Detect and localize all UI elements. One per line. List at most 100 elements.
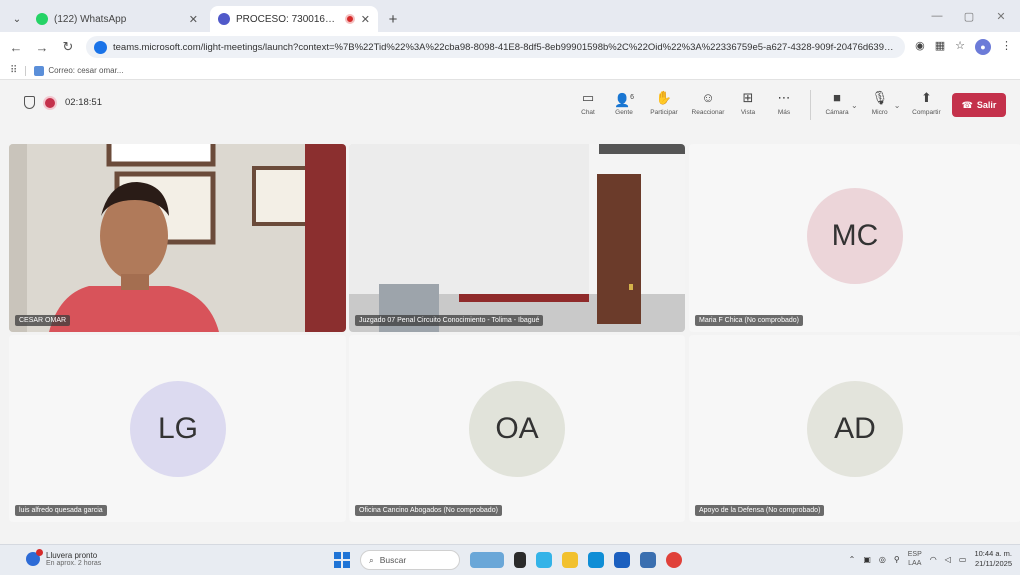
app-tray-icon[interactable]: ▣ bbox=[863, 555, 871, 564]
participant-tile[interactable]: LG luis alfredo quesada garcia bbox=[9, 335, 346, 522]
recording-indicator-icon bbox=[344, 14, 355, 24]
participant-name: Oficina Cancino Abogados (No comprobado) bbox=[355, 505, 502, 516]
extension-icon[interactable]: ◉ bbox=[915, 39, 925, 55]
participant-name: Juzgado 07 Penal Circuito Conocimiento -… bbox=[355, 315, 544, 326]
recording-icon bbox=[45, 97, 55, 108]
apps-grid-icon[interactable]: ⠿ bbox=[10, 65, 17, 76]
mail-icon bbox=[34, 65, 45, 76]
tab-title: PROCESO: 73001600743822 bbox=[236, 13, 339, 25]
chrome-icon[interactable] bbox=[666, 552, 682, 568]
participant-tile[interactable]: Juzgado 07 Penal Circuito Conocimiento -… bbox=[349, 144, 685, 332]
share-button[interactable]: ⬆ Compartir bbox=[906, 90, 946, 120]
raise-hand-icon: ✋ bbox=[655, 90, 673, 105]
back-icon[interactable]: ← bbox=[8, 40, 24, 55]
clock[interactable]: 10:44 a. m. 21/11/2025 bbox=[974, 549, 1012, 569]
divider bbox=[25, 65, 27, 76]
address-bar: ← → ↻ teams.microsoft.com/light-meetings… bbox=[0, 32, 1020, 62]
close-icon[interactable]: ✕ bbox=[361, 13, 370, 26]
weather-icon bbox=[26, 549, 43, 566]
participant-video bbox=[349, 144, 685, 332]
weather-widget[interactable]: Lluvera pronto En aprox. 2 horas bbox=[26, 549, 101, 567]
copilot-icon[interactable] bbox=[536, 552, 552, 568]
people-count-badge: 6 bbox=[630, 94, 635, 101]
participant-tile[interactable]: OA Oficina Cancino Abogados (No comproba… bbox=[349, 335, 685, 522]
new-tab-button[interactable]: + bbox=[382, 6, 404, 32]
taskbar-apps: ⌕ Buscar bbox=[334, 550, 682, 570]
raise-hand-button[interactable]: ✋ Participar bbox=[644, 90, 684, 120]
video-grid: CESAR OMAR Juzgado 07 Penal Circuito Con… bbox=[9, 144, 1020, 525]
phone-hangup-icon: ☎ bbox=[961, 99, 973, 110]
participant-name: luis alfredo quesada garcia bbox=[15, 505, 107, 516]
share-icon: ⬆ bbox=[920, 90, 932, 105]
usb-icon[interactable]: ⚲ bbox=[894, 555, 900, 564]
wifi-icon[interactable]: ◠ bbox=[930, 555, 937, 564]
participant-name: Maria F Chica (No comprobado) bbox=[695, 315, 803, 326]
site-info-icon[interactable] bbox=[94, 40, 107, 54]
camera-options-chevron-icon[interactable]: ⌄ bbox=[851, 101, 858, 110]
meeting-toolbar: 02:18:51 ▭ Chat 👤6 Gente ✋ Participar ☺ … bbox=[0, 81, 1020, 128]
app-icon[interactable] bbox=[640, 552, 656, 568]
participant-tile[interactable]: AD Apoyo de la Defensa (No comprobado) bbox=[689, 335, 1020, 522]
task-view-icon[interactable] bbox=[514, 552, 526, 568]
teams-icon bbox=[218, 13, 230, 25]
participant-video bbox=[9, 144, 346, 332]
avatar: LG bbox=[130, 381, 226, 477]
url-input[interactable]: teams.microsoft.com/light-meetings/launc… bbox=[86, 36, 906, 58]
close-window-icon[interactable]: ✕ bbox=[986, 6, 1016, 26]
people-button[interactable]: 👤6 Gente bbox=[608, 90, 640, 120]
tab-whatsapp[interactable]: (122) WhatsApp ✕ bbox=[28, 6, 206, 32]
avatar: OA bbox=[469, 381, 565, 477]
chat-button[interactable]: ▭ Chat bbox=[572, 90, 604, 120]
tab-teams-meeting[interactable]: PROCESO: 73001600743822 ✕ bbox=[210, 6, 378, 32]
mic-options-chevron-icon[interactable]: ⌄ bbox=[894, 101, 901, 110]
bookmarks-bar: ⠿ Correo: cesar omar... bbox=[0, 62, 1020, 80]
battery-icon[interactable]: ▭ bbox=[959, 555, 967, 564]
participant-tile[interactable]: CESAR OMAR bbox=[9, 144, 346, 332]
avatar: AD bbox=[807, 381, 903, 477]
widgets-icon[interactable] bbox=[470, 552, 504, 568]
store-icon[interactable] bbox=[614, 552, 630, 568]
camera-button[interactable]: ■ Cámara bbox=[821, 90, 853, 120]
tab-title: (122) WhatsApp bbox=[54, 13, 127, 25]
translate-icon[interactable]: ▦ bbox=[935, 39, 945, 55]
more-button[interactable]: ⋯ Más bbox=[768, 90, 800, 120]
meeting-status: 02:18:51 bbox=[24, 96, 102, 109]
mic-button[interactable]: 🎙 Micro bbox=[864, 90, 896, 120]
url-text: teams.microsoft.com/light-meetings/launc… bbox=[113, 41, 897, 53]
chat-icon: ▭ bbox=[581, 90, 595, 105]
react-button[interactable]: ☺ Reaccionar bbox=[688, 90, 728, 120]
bookmark-item[interactable]: Correo: cesar omar... bbox=[34, 65, 124, 76]
participant-tile[interactable]: MC Maria F Chica (No comprobado) bbox=[689, 144, 1020, 332]
camera-icon: ■ bbox=[833, 90, 841, 105]
system-tray: ⌃ ▣ ◎ ⚲ ESP LAA ◠ ◁ ▭ 10:44 a. m. 21/11/… bbox=[849, 549, 1012, 569]
close-icon[interactable]: ✕ bbox=[189, 13, 198, 26]
language-indicator[interactable]: ESP LAA bbox=[908, 550, 922, 568]
participant-name: CESAR OMAR bbox=[15, 315, 71, 326]
menu-kebab-icon[interactable]: ⋮ bbox=[1001, 39, 1012, 55]
edge-icon[interactable] bbox=[588, 552, 604, 568]
whatsapp-icon bbox=[36, 13, 48, 25]
volume-icon[interactable]: ◁ bbox=[945, 555, 951, 564]
chevron-up-icon[interactable]: ⌃ bbox=[849, 555, 856, 564]
tab-search-chevron-icon[interactable]: ⌄ bbox=[6, 6, 28, 32]
bookmark-label: Correo: cesar omar... bbox=[48, 66, 124, 75]
windows-start-icon[interactable] bbox=[334, 552, 350, 568]
leave-button[interactable]: ☎ Salir bbox=[952, 93, 1006, 117]
app-tray-icon[interactable]: ◎ bbox=[879, 555, 886, 564]
maximize-icon[interactable]: ▢ bbox=[954, 6, 984, 26]
forward-icon[interactable]: → bbox=[34, 40, 50, 55]
file-explorer-icon[interactable] bbox=[562, 552, 578, 568]
participant-name: Apoyo de la Defensa (No comprobado) bbox=[695, 505, 825, 516]
reload-icon[interactable]: ↻ bbox=[60, 39, 76, 55]
view-button[interactable]: ⊞ Vista bbox=[732, 90, 764, 120]
react-icon: ☺ bbox=[701, 90, 715, 105]
profile-avatar[interactable]: ● bbox=[975, 39, 991, 55]
minimize-icon[interactable]: — bbox=[922, 6, 952, 26]
shield-icon[interactable] bbox=[24, 96, 35, 109]
avatar: MC bbox=[807, 188, 903, 284]
more-icon: ⋯ bbox=[777, 90, 791, 105]
divider bbox=[810, 90, 811, 120]
bookmark-star-icon[interactable]: ☆ bbox=[955, 39, 965, 55]
taskbar-search-input[interactable]: ⌕ Buscar bbox=[360, 550, 460, 570]
people-icon: 👤6 bbox=[613, 92, 635, 108]
